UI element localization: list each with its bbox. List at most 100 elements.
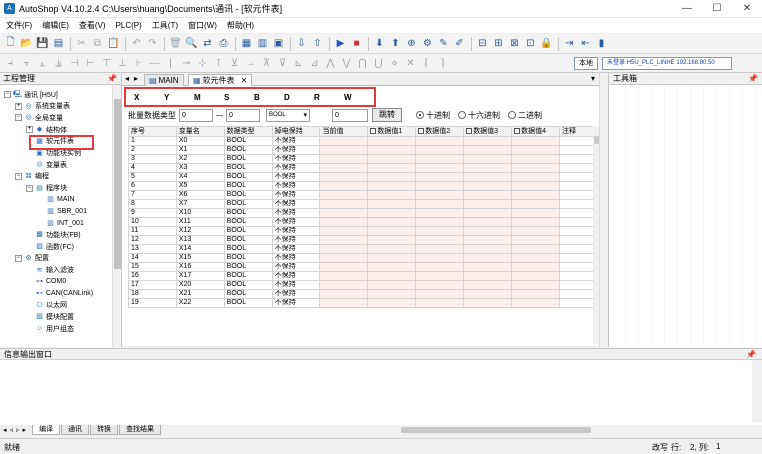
coil-icon[interactable]: ⊢ bbox=[83, 56, 98, 71]
ladder-icon[interactable]: ⊟ bbox=[475, 36, 490, 51]
cell-value[interactable] bbox=[415, 181, 465, 191]
cell-value[interactable] bbox=[367, 280, 417, 290]
cell-value[interactable] bbox=[319, 226, 369, 236]
tree-item[interactable]: ⎔ 以太网 bbox=[26, 300, 67, 311]
cell-retain[interactable]: 不保持 bbox=[271, 226, 321, 236]
cell-var-name[interactable]: X7 bbox=[175, 199, 225, 209]
save-icon[interactable]: 💾 bbox=[35, 36, 50, 51]
cell-var-name[interactable]: X3 bbox=[175, 163, 225, 173]
tree-item[interactable]: ⊶ COM0 bbox=[26, 276, 66, 287]
table-row[interactable]: 14 X15 BOOL 不保持 bbox=[128, 253, 598, 263]
data1-checkbox[interactable] bbox=[370, 127, 377, 134]
table-row[interactable]: 7 X6 BOOL 不保持 bbox=[128, 190, 598, 200]
cell-value[interactable] bbox=[319, 235, 369, 245]
cell-value[interactable] bbox=[367, 172, 417, 182]
cell-value[interactable] bbox=[319, 181, 369, 191]
cell-var-name[interactable]: X13 bbox=[175, 235, 225, 245]
table-row[interactable]: 1 X0 BOOL 不保持 bbox=[128, 136, 598, 146]
comment-line-icon[interactable]: ⋂ bbox=[355, 56, 370, 71]
cell-retain[interactable]: 不保持 bbox=[271, 280, 321, 290]
tree-expand-icon[interactable]: − bbox=[15, 172, 22, 180]
cell-value[interactable] bbox=[511, 172, 561, 182]
cell-index[interactable]: 10 bbox=[128, 217, 177, 227]
radio-decimal[interactable]: 十进制 bbox=[416, 110, 450, 121]
cell-index[interactable]: 3 bbox=[128, 154, 177, 164]
coil-reset-icon[interactable]: ⊥ bbox=[115, 56, 130, 71]
cell-comment[interactable] bbox=[559, 199, 598, 209]
table-row[interactable]: 19 X22 BOOL 不保持 bbox=[128, 298, 598, 308]
cell-retain[interactable]: 不保持 bbox=[271, 190, 321, 200]
cell-value[interactable] bbox=[415, 262, 465, 272]
cell-retain[interactable]: 不保持 bbox=[271, 253, 321, 263]
cell-data-type[interactable]: BOOL bbox=[223, 244, 273, 254]
cell-value[interactable] bbox=[415, 235, 465, 245]
cell-value[interactable] bbox=[415, 145, 465, 155]
editor-splitter[interactable] bbox=[599, 73, 607, 347]
table-row[interactable]: 13 X14 BOOL 不保持 bbox=[128, 244, 598, 254]
compile-all-icon[interactable]: ▥ bbox=[255, 36, 270, 51]
coil-set-icon[interactable]: ⊤ bbox=[99, 56, 114, 71]
bracket-icon[interactable]: ⌈ bbox=[419, 56, 434, 71]
cell-value[interactable] bbox=[319, 208, 369, 218]
cell-comment[interactable] bbox=[559, 271, 598, 281]
cell-data-type[interactable]: BOOL bbox=[223, 163, 273, 173]
cell-retain[interactable]: 不保持 bbox=[271, 136, 321, 146]
cell-value[interactable] bbox=[511, 181, 561, 191]
cell-data-type[interactable]: BOOL bbox=[223, 262, 273, 272]
tree-expand-icon[interactable]: − bbox=[15, 114, 22, 122]
step-icon[interactable]: ⊿ bbox=[307, 56, 322, 71]
cell-value[interactable] bbox=[463, 145, 513, 155]
col-data2[interactable]: 数据值2 bbox=[415, 126, 465, 137]
cell-index[interactable]: 8 bbox=[128, 199, 177, 209]
cell-comment[interactable] bbox=[559, 253, 598, 263]
cell-data-type[interactable]: BOOL bbox=[223, 280, 273, 290]
jump-button[interactable]: 跳转 bbox=[372, 108, 402, 122]
online-icon[interactable]: ⊕ bbox=[404, 36, 419, 51]
tree-item[interactable]: ▩ 功能块(FB) bbox=[26, 229, 80, 240]
cell-index[interactable]: 4 bbox=[128, 163, 177, 173]
instruction-icon[interactable]: ⊦ bbox=[131, 56, 146, 71]
cell-comment[interactable] bbox=[559, 298, 598, 308]
cell-value[interactable] bbox=[511, 190, 561, 200]
table-row[interactable]: 2 X1 BOOL 不保持 bbox=[128, 145, 598, 155]
monitor-icon[interactable]: ⬇ bbox=[372, 36, 387, 51]
cell-var-name[interactable]: X22 bbox=[175, 298, 225, 308]
tab-scroll-left-icon[interactable]: ◂ bbox=[125, 74, 129, 83]
find-icon[interactable]: 🔍 bbox=[184, 36, 199, 51]
cell-index[interactable]: 9 bbox=[128, 208, 177, 218]
output-scrollbar[interactable] bbox=[752, 360, 762, 422]
cell-value[interactable] bbox=[415, 163, 465, 173]
cell-var-name[interactable]: X4 bbox=[175, 172, 225, 182]
cell-comment[interactable] bbox=[559, 235, 598, 245]
table-row[interactable]: 15 X16 BOOL 不保持 bbox=[128, 262, 598, 272]
cell-value[interactable] bbox=[319, 298, 369, 308]
cell-value[interactable] bbox=[367, 226, 417, 236]
cell-var-name[interactable]: X17 bbox=[175, 271, 225, 281]
tab-main[interactable]: ▤ MAIN bbox=[144, 74, 184, 86]
cell-value[interactable] bbox=[463, 163, 513, 173]
cell-index[interactable]: 5 bbox=[128, 172, 177, 182]
cell-value[interactable] bbox=[367, 289, 417, 299]
col-retain[interactable]: 掉电保持 bbox=[271, 126, 321, 137]
cell-value[interactable] bbox=[415, 289, 465, 299]
cell-data-type[interactable]: BOOL bbox=[223, 208, 273, 218]
tab-prev-icon[interactable]: ◃ bbox=[10, 426, 14, 434]
tree-item[interactable]: − 🖳 通讯 [H5U] bbox=[4, 89, 58, 100]
cell-value[interactable] bbox=[463, 154, 513, 164]
menu-file[interactable]: 文件(F) bbox=[6, 20, 32, 31]
cell-value[interactable] bbox=[367, 235, 417, 245]
col-data-type[interactable]: 数据类型 bbox=[223, 126, 273, 137]
cell-comment[interactable] bbox=[559, 262, 598, 272]
cell-value[interactable] bbox=[463, 136, 513, 146]
insert-row-icon[interactable]: ⊺ bbox=[211, 56, 226, 71]
cell-var-name[interactable]: X12 bbox=[175, 226, 225, 236]
cell-value[interactable] bbox=[319, 244, 369, 254]
cell-value[interactable] bbox=[319, 190, 369, 200]
cell-value[interactable] bbox=[511, 163, 561, 173]
cell-value[interactable] bbox=[511, 271, 561, 281]
cell-retain[interactable]: 不保持 bbox=[271, 145, 321, 155]
cell-value[interactable] bbox=[415, 226, 465, 236]
cell-data-type[interactable]: BOOL bbox=[223, 289, 273, 299]
delete-hline-icon[interactable]: ⊸ bbox=[179, 56, 194, 71]
cell-value[interactable] bbox=[463, 244, 513, 254]
